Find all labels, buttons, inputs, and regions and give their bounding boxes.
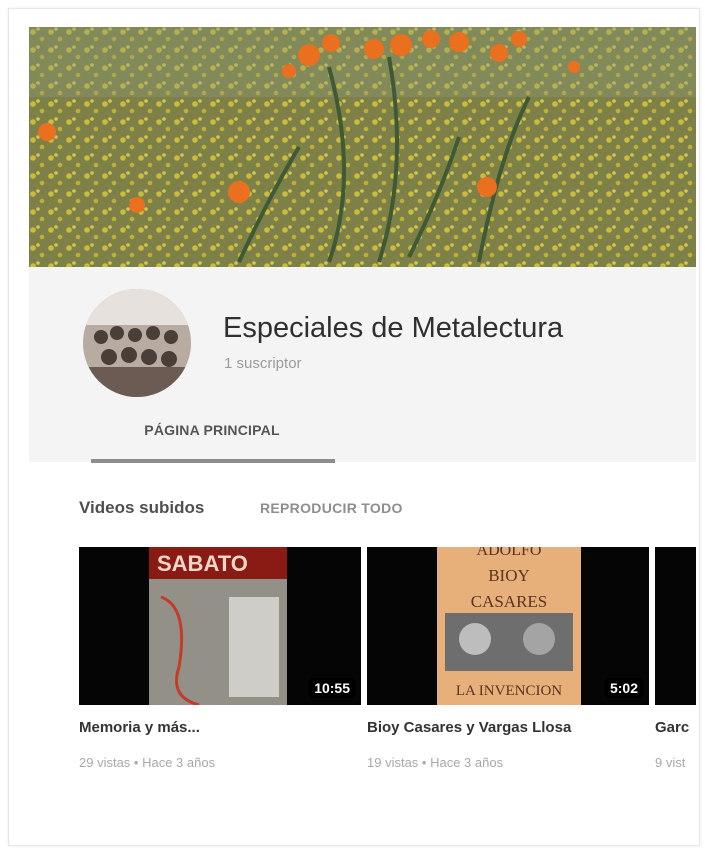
- cover-line: BIOY: [488, 566, 530, 585]
- flower-field-illustration: [29, 27, 696, 267]
- video-meta: 19 vistas • Hace 3 años: [367, 755, 504, 770]
- video-duration: 10:55: [309, 678, 355, 698]
- video-thumbnail[interactable]: SABATO 10:55: [79, 547, 361, 705]
- subscriber-count: 1 suscriptor: [224, 355, 302, 372]
- cover-line: CASARES: [471, 592, 548, 611]
- group-photo-icon: [83, 289, 191, 397]
- channel-name: Especiales de Metalectura: [223, 312, 564, 344]
- cover-title-text: SABATO: [157, 551, 248, 576]
- channel-banner-image: [29, 27, 696, 267]
- video-thumbnail[interactable]: ADOLFO BIOY CASARES LA INVENCION 5:02: [367, 547, 649, 705]
- cover-line: ADOLFO: [477, 547, 542, 559]
- video-thumbnail[interactable]: [655, 547, 696, 705]
- cover-line: LA INVENCION: [456, 683, 562, 699]
- channel-header: Especiales de Metalectura 1 suscriptor P…: [29, 267, 696, 463]
- video-meta: 29 vistas • Hace 3 años: [79, 755, 216, 770]
- channel-avatar[interactable]: [83, 289, 191, 397]
- video-card[interactable]: Garc 9 vist: [655, 547, 696, 787]
- video-meta: 9 vist: [655, 755, 686, 770]
- active-tab-indicator: [91, 459, 335, 463]
- video-title[interactable]: Bioy Casares y Vargas Llosa: [367, 719, 571, 736]
- tab-home[interactable]: PÁGINA PRINCIPAL: [91, 407, 333, 462]
- channel-page-frame: Especiales de Metalectura 1 suscriptor P…: [8, 8, 700, 846]
- video-card[interactable]: SABATO 10:55 Memoria y más... 29 vistas …: [79, 547, 361, 770]
- section-title: Videos subidos: [79, 498, 205, 517]
- play-all-button[interactable]: REPRODUCIR TODO: [260, 500, 403, 516]
- video-title[interactable]: Memoria y más...: [79, 719, 200, 736]
- video-duration: 5:02: [604, 678, 643, 698]
- video-title[interactable]: Garc: [655, 719, 689, 736]
- video-card[interactable]: ADOLFO BIOY CASARES LA INVENCION 5:02 Bi…: [367, 547, 649, 770]
